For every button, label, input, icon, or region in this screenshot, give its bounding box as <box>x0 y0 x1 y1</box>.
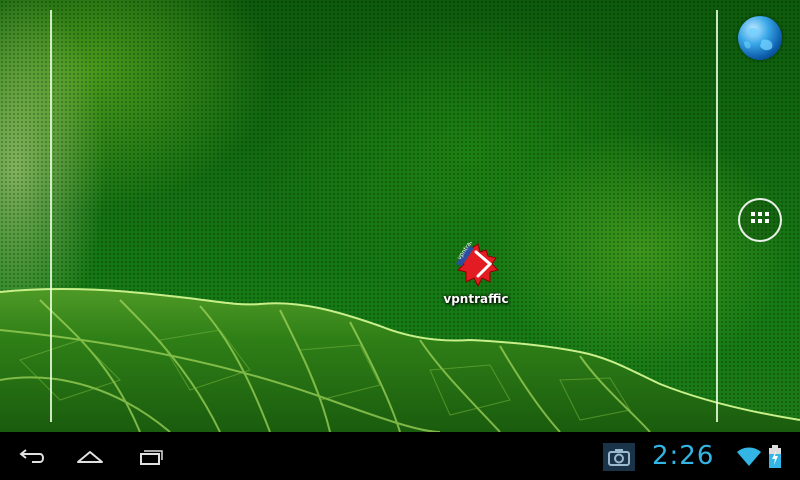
recent-apps-icon[interactable] <box>123 440 179 472</box>
workspace-edge-left <box>50 10 52 422</box>
status-clock: 2:26 <box>652 441 715 471</box>
vpntraffic-shortcut[interactable]: vpntraffic vpntraffic <box>436 242 516 312</box>
app-label: vpntraffic <box>443 292 509 306</box>
vpntraffic-app-icon: vpntraffic <box>456 242 499 288</box>
wallpaper-leaf <box>0 288 800 432</box>
back-arrow-icon[interactable] <box>2 440 58 472</box>
camera-icon[interactable] <box>603 443 635 471</box>
workspace-edge-right <box>716 10 718 422</box>
home-icon[interactable] <box>62 440 118 472</box>
home-screen: vpntraffic vpntraffic <box>0 0 800 432</box>
battery-charging-icon <box>769 445 781 468</box>
all-apps-grid-icon[interactable] <box>738 198 782 242</box>
wifi-signal-icon <box>737 447 761 466</box>
globe-search-icon[interactable] <box>738 16 782 60</box>
